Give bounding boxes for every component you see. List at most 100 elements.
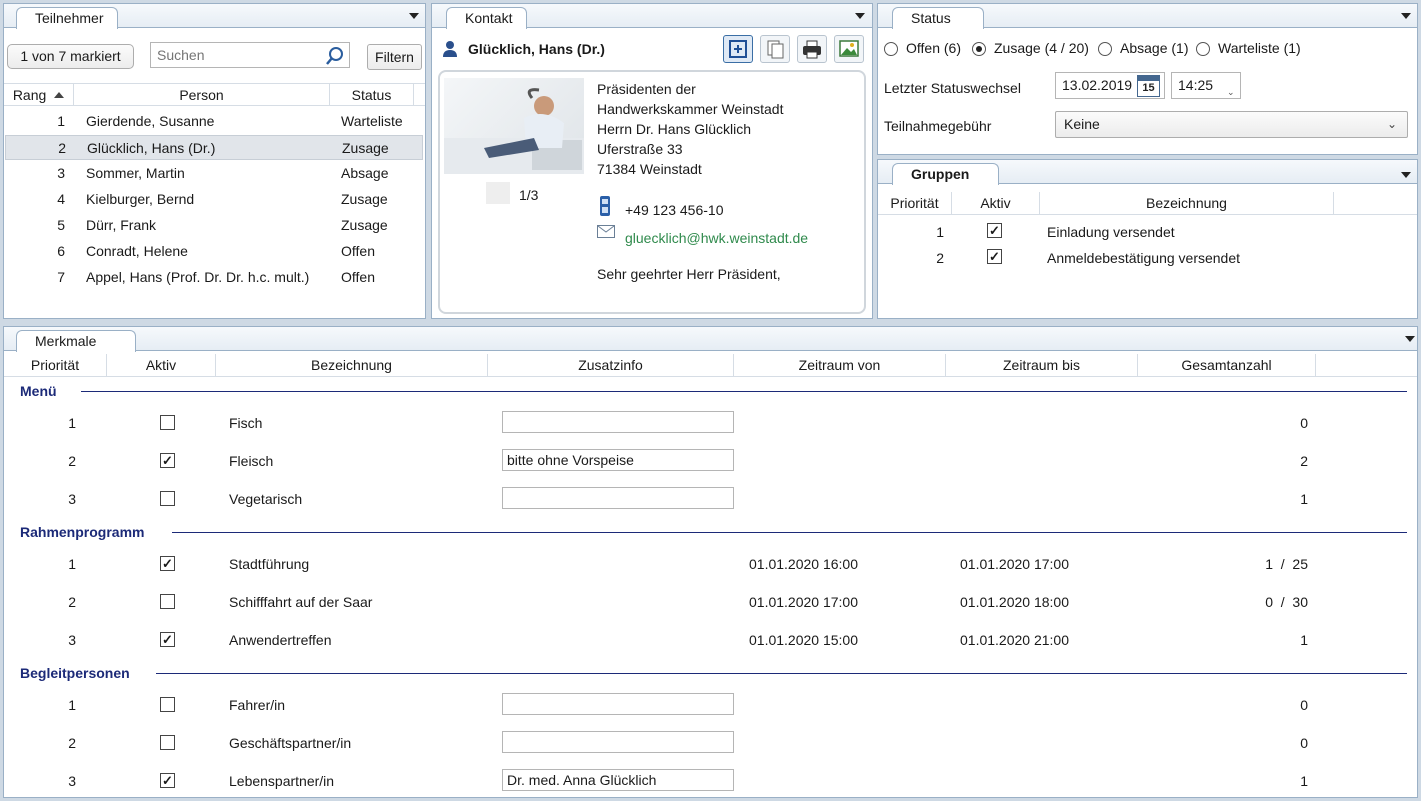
zusatzinfo-field[interactable] — [502, 693, 734, 715]
table-row[interactable]: 2 Geschäftspartner/in 0 — [4, 727, 1417, 761]
status-radio-label[interactable]: Warteliste (1) — [1218, 40, 1301, 56]
teilnehmer-menu-arrow-icon[interactable] — [409, 13, 419, 19]
kontakt-panel: Kontakt Glücklich, Hans (Dr.) 1/3 Präsid… — [431, 3, 873, 319]
zusatzinfo-field[interactable] — [502, 731, 734, 753]
col-aktiv[interactable]: Aktiv — [107, 354, 216, 376]
gruppen-panel: Gruppen Priorität Aktiv Bezeichnung 1 ✓ Ei… — [877, 159, 1418, 319]
table-row[interactable]: 1 ✓ Einladung versendet — [878, 222, 1417, 246]
teilnehmer-table-header: Rang Person Status — [4, 83, 425, 106]
aktiv-checkbox[interactable] — [160, 594, 175, 609]
table-row[interactable]: 2 Glücklich, Hans (Dr.) Zusage — [5, 135, 423, 160]
photo-counter: 1/3 — [519, 187, 539, 203]
aktiv-checkbox[interactable] — [160, 415, 175, 430]
status-cell: Warteliste — [341, 113, 403, 129]
col-person[interactable]: Person — [74, 84, 330, 106]
col-rang[interactable]: Rang — [4, 84, 74, 106]
photo-prev-slot[interactable] — [486, 182, 510, 204]
status-radio-label[interactable]: Absage (1) — [1120, 40, 1188, 56]
zeitraum-von-cell: 01.01.2020 17:00 — [749, 594, 858, 610]
table-row[interactable]: 1 Fisch 0 — [4, 407, 1417, 441]
table-row[interactable]: 3 Sommer, Martin Absage — [5, 161, 423, 186]
table-row[interactable]: 6 Conradt, Helene Offen — [5, 239, 423, 264]
time-field[interactable]: 14:25 ⌄ — [1171, 72, 1241, 99]
gruppen-menu-arrow-icon[interactable] — [1401, 172, 1411, 178]
table-row[interactable]: 2 Schifffahrt auf der Saar 01.01.2020 17:0… — [4, 586, 1417, 620]
table-row[interactable]: 2 ✓ Anmeldebestätigung versendet — [878, 248, 1417, 272]
status-cell: Offen — [341, 269, 375, 285]
email-link[interactable]: gluecklich@hwk.weinstadt.de — [625, 230, 808, 246]
tab-gruppen[interactable]: Gruppen — [892, 163, 999, 185]
col-bezeichnung[interactable]: Bezeichnung — [1040, 192, 1334, 214]
col-gesamtanzahl[interactable]: Gesamtanzahl — [1138, 354, 1316, 376]
col-status[interactable]: Status — [330, 84, 414, 106]
marked-count-button[interactable]: 1 von 7 markiert — [7, 44, 134, 69]
add-contact-button[interactable] — [723, 35, 753, 63]
status-radio[interactable] — [884, 42, 898, 56]
status-menu-arrow-icon[interactable] — [1401, 13, 1411, 19]
status-radio-label[interactable]: Zusage (4 / 20) — [994, 40, 1089, 56]
aktiv-checkbox[interactable]: ✓ — [987, 223, 1002, 238]
status-radio-label[interactable]: Offen (6) — [906, 40, 961, 56]
table-row[interactable]: 5 Dürr, Frank Zusage — [5, 213, 423, 238]
zusatzinfo-field[interactable] — [502, 487, 734, 509]
aktiv-checkbox[interactable] — [160, 735, 175, 750]
image-button[interactable] — [834, 35, 864, 63]
table-row[interactable]: 1 Gierdende, Susanne Warteliste — [5, 109, 423, 134]
status-cell: Zusage — [341, 217, 388, 233]
aktiv-checkbox[interactable] — [160, 491, 175, 506]
table-row[interactable]: 3 ✓ Lebenspartner/in Dr. med. Anna Glücklic… — [4, 765, 1417, 799]
status-radio[interactable] — [1098, 42, 1112, 56]
contact-photo[interactable] — [444, 78, 584, 174]
zusatzinfo-field[interactable]: bitte ohne Vorspeise — [502, 449, 734, 471]
aktiv-checkbox[interactable]: ✓ — [160, 556, 175, 571]
table-row[interactable]: 2 ✓ Fleisch bitte ohne Vorspeise 2 — [4, 445, 1417, 479]
merkmale-menu-arrow-icon[interactable] — [1405, 336, 1415, 342]
table-row[interactable]: 3 Vegetarisch 1 — [4, 483, 1417, 517]
prio-cell: 2 — [936, 250, 944, 266]
col-zeitraum-von[interactable]: Zeitraum von — [734, 354, 946, 376]
aktiv-checkbox[interactable] — [160, 697, 175, 712]
copy-button[interactable] — [760, 35, 790, 63]
zusatzinfo-field[interactable] — [502, 411, 734, 433]
search-icon[interactable] — [325, 46, 345, 66]
table-row[interactable]: 1 Fahrer/in 0 — [4, 689, 1417, 723]
aktiv-checkbox[interactable]: ✓ — [987, 249, 1002, 264]
calendar-button[interactable]: 15 — [1137, 75, 1160, 97]
tab-merkmale[interactable]: Merkmale — [16, 330, 136, 352]
phone-number[interactable]: +49 123 456-10 — [625, 202, 723, 218]
person-cell: Dürr, Frank — [86, 217, 157, 233]
status-radio[interactable] — [972, 42, 986, 56]
tab-teilnehmer[interactable]: Teilnehmer — [16, 7, 119, 29]
contact-card: 1/3 Präsidenten der Handwerkskammer Wein… — [438, 70, 866, 314]
add-contact-icon — [729, 40, 747, 58]
table-row[interactable]: 4 Kielburger, Bernd Zusage — [5, 187, 423, 212]
print-button[interactable] — [797, 35, 827, 63]
tab-kontakt[interactable]: Kontakt — [446, 7, 528, 29]
zusatzinfo-field[interactable]: Dr. med. Anna Glücklich — [502, 769, 734, 791]
fee-select[interactable]: Keine ⌄ — [1055, 111, 1408, 138]
aktiv-checkbox[interactable]: ✓ — [160, 632, 175, 647]
rang-cell: 4 — [57, 191, 65, 207]
search-input[interactable] — [150, 42, 350, 68]
col-bezeichnung[interactable]: Bezeichnung — [216, 354, 488, 376]
zeitraum-bis-cell: 01.01.2020 18:00 — [960, 594, 1069, 610]
col-prioritaet[interactable]: Priorität — [4, 354, 107, 376]
salutation: Sehr geehrter Herr Präsident, — [597, 266, 781, 282]
bezeichnung-cell: Schifffahrt auf der Saar — [229, 594, 373, 610]
table-row[interactable]: 3 ✓ Anwendertreffen 01.01.2020 15:00 01.01.2… — [4, 624, 1417, 658]
kontakt-menu-arrow-icon[interactable] — [855, 13, 865, 19]
fee-label: Teilnahmegebühr — [884, 118, 992, 134]
table-row[interactable]: 7 Appel, Hans (Prof. Dr. Dr. h.c. mult.) O… — [5, 265, 423, 290]
table-row[interactable]: 1 ✓ Stadtführung 01.01.2020 16:00 01.01.2020… — [4, 548, 1417, 582]
status-radio[interactable] — [1196, 42, 1210, 56]
aktiv-checkbox[interactable]: ✓ — [160, 773, 175, 788]
col-prioritaet[interactable]: Priorität — [878, 192, 952, 214]
prio-cell: 1 — [68, 697, 76, 713]
col-zusatzinfo[interactable]: Zusatzinfo — [488, 354, 734, 376]
tab-status[interactable]: Status — [892, 7, 984, 29]
person-cell: Gierdende, Susanne — [86, 113, 215, 129]
col-zeitraum-bis[interactable]: Zeitraum bis — [946, 354, 1138, 376]
col-aktiv[interactable]: Aktiv — [952, 192, 1040, 214]
aktiv-checkbox[interactable]: ✓ — [160, 453, 175, 468]
filter-button[interactable]: Filtern — [367, 44, 422, 70]
